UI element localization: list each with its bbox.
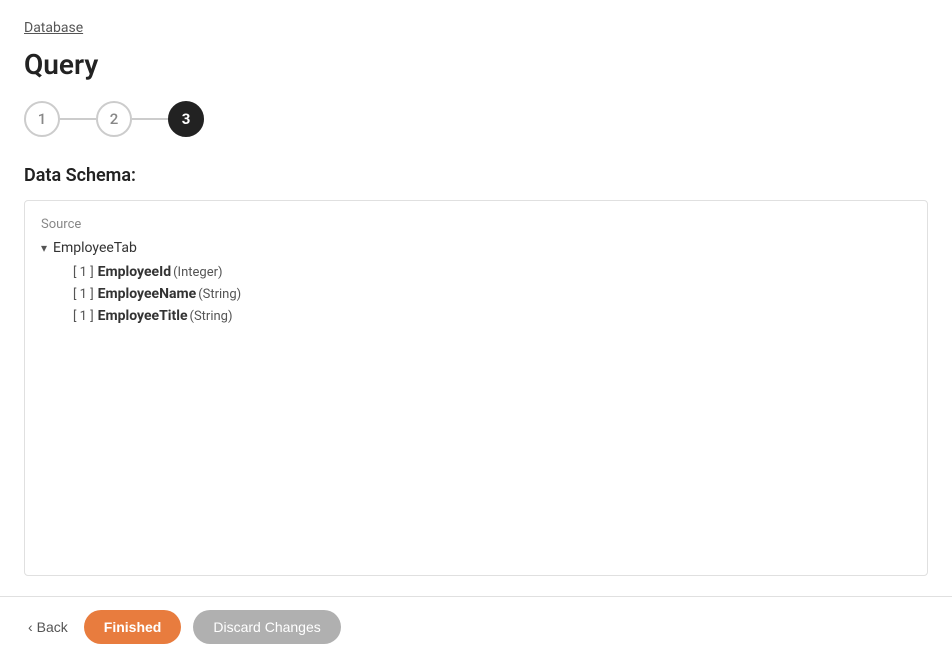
- breadcrumb-link[interactable]: Database: [24, 20, 928, 36]
- discard-button[interactable]: Discard Changes: [193, 610, 340, 644]
- tree-children: [ 1 ] EmployeeId (Integer) [ 1 ] Employe…: [73, 264, 911, 324]
- field-row-2: [ 1 ] EmployeeTitle (String): [73, 308, 911, 324]
- section-label: Data Schema:: [24, 165, 928, 186]
- step-1: 1: [24, 101, 60, 137]
- step-line-1: [60, 118, 96, 120]
- source-label: Source: [41, 217, 911, 232]
- page-title: Query: [24, 48, 928, 81]
- back-chevron-icon: ‹: [28, 619, 33, 635]
- finished-button[interactable]: Finished: [84, 610, 182, 644]
- tree-root: ▾ EmployeeTab: [41, 240, 911, 256]
- step-line-2: [132, 118, 168, 120]
- field-row-0: [ 1 ] EmployeeId (Integer): [73, 264, 911, 280]
- field-row-1: [ 1 ] EmployeeName (String): [73, 286, 911, 302]
- back-button[interactable]: ‹ Back: [24, 611, 72, 643]
- footer: ‹ Back Finished Discard Changes: [0, 596, 952, 656]
- chevron-down-icon: ▾: [41, 241, 47, 255]
- step-3: 3: [168, 101, 204, 137]
- schema-container: Source ▾ EmployeeTab [ 1 ] EmployeeId (I…: [24, 200, 928, 576]
- step-2: 2: [96, 101, 132, 137]
- root-name: EmployeeTab: [53, 240, 137, 256]
- steps-indicator: 1 2 3: [24, 101, 928, 137]
